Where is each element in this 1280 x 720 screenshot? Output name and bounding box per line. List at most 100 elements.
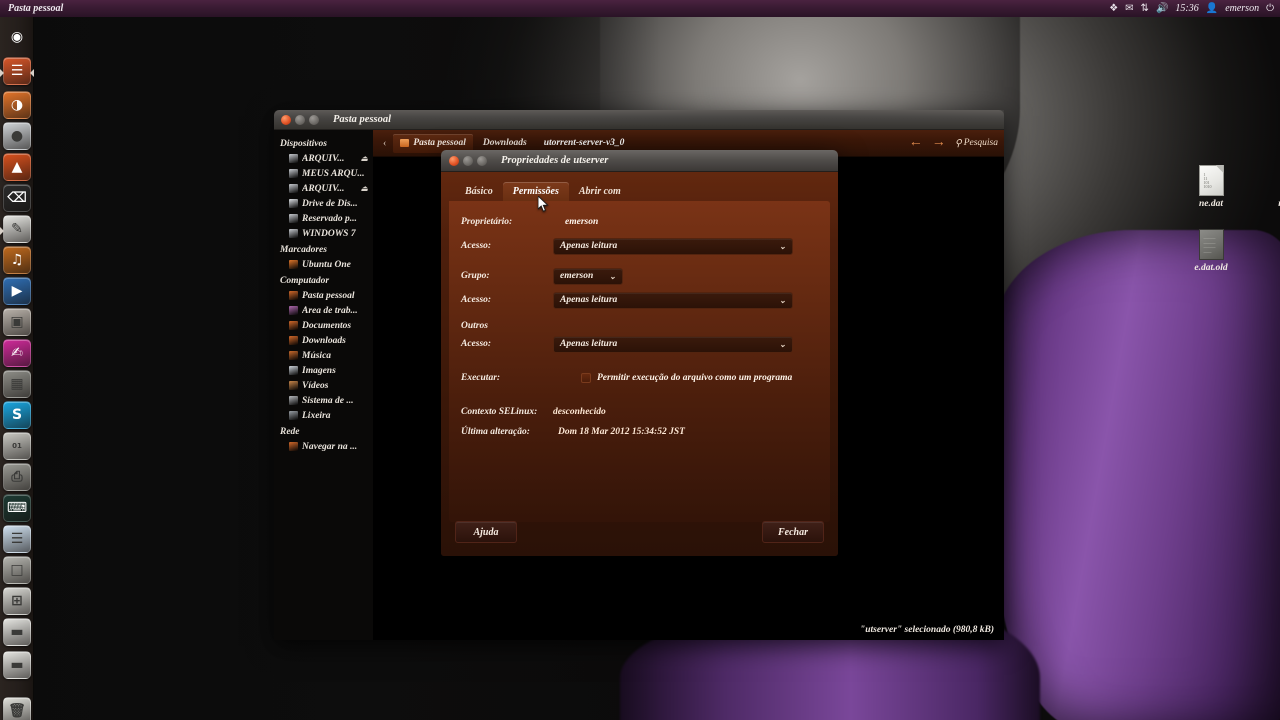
dialog-tabs[interactable]: Básico Permissões Abrir com xyxy=(455,180,830,201)
gray-app-icon[interactable]: ▦ xyxy=(3,370,31,398)
owner-access-select[interactable]: Apenas leitura ⌄ xyxy=(553,237,793,255)
execute-checkbox-label[interactable]: Permitir execução do arquivo como um pro… xyxy=(597,373,792,383)
others-section-label: Outros xyxy=(461,321,488,331)
media-player-icon[interactable]: ▶ xyxy=(3,277,31,305)
sidebar-item-meusarqu[interactable]: MEUS ARQU... xyxy=(274,166,373,181)
software-center-icon[interactable]: ▲ xyxy=(3,153,31,181)
rhythmbox-icon[interactable]: ♫ xyxy=(3,246,31,274)
system-tray: ❖ ✉ ⇅ 🔊 15:36 👤 emerson ⏻ xyxy=(1109,3,1280,14)
trash-icon[interactable]: 🗑 xyxy=(3,697,31,720)
close-icon[interactable] xyxy=(281,114,291,125)
videos-folder-icon xyxy=(289,381,298,390)
breadcrumb-label: Downloads xyxy=(482,138,527,148)
file-item[interactable]: ———————————resume.dat.old xyxy=(1259,165,1280,209)
usb-drive2-icon[interactable]: ▬ xyxy=(3,651,31,679)
minimize-icon[interactable] xyxy=(463,155,473,166)
sidebar-item-drivededis[interactable]: Drive de Dis... xyxy=(274,196,373,211)
search-button[interactable]: ⚲ Pesquisa xyxy=(955,138,998,149)
others-access-select[interactable]: Apenas leitura ⌄ xyxy=(553,335,793,353)
text-editor-icon[interactable]: ✎ xyxy=(0,215,31,243)
properties-dialog[interactable]: Propriedades de utserver Básico Permissõ… xyxy=(441,150,838,556)
help-button[interactable]: Ajuda xyxy=(455,521,517,543)
file-item[interactable]: ⚿webui.zip xyxy=(1259,229,1280,270)
group-access-select[interactable]: Apenas leitura ⌄ xyxy=(553,291,793,309)
dialog-titlebar[interactable]: Propriedades de utserver xyxy=(441,150,838,172)
screenshot-glyph: ▣ xyxy=(10,314,24,330)
sidebar-item-arquiv[interactable]: ARQUIV... ⏏ xyxy=(274,181,373,196)
power-icon[interactable]: ⏻ xyxy=(1266,3,1274,14)
close-button[interactable]: Fechar xyxy=(762,521,824,543)
skype-icon[interactable]: S xyxy=(3,401,31,429)
sidebar-item-imagens[interactable]: Imagens xyxy=(274,363,373,378)
nautilus-icon[interactable]: ☰ xyxy=(0,57,34,85)
forward-arrow-icon[interactable]: → xyxy=(932,135,946,151)
maximize-icon[interactable] xyxy=(309,114,319,125)
back-arrow-icon[interactable]: ← xyxy=(909,135,923,151)
volume-icon[interactable]: 🔊 xyxy=(1156,3,1168,14)
tab-abrir-com[interactable]: Abrir com xyxy=(569,182,631,201)
file-item[interactable]: ——— ——— ——— —— e.dat.old xyxy=(1163,229,1259,273)
group-select[interactable]: emerson ⌄ xyxy=(553,267,623,285)
drive-icon xyxy=(289,154,298,163)
sidebar-item-documentos[interactable]: Documentos xyxy=(274,318,373,333)
chrome-icon[interactable]: ● xyxy=(3,122,31,150)
printer-icon[interactable]: ⎙ xyxy=(3,463,31,491)
desktop-icon xyxy=(289,306,298,315)
file-name-label: ne.dat xyxy=(1198,199,1223,209)
mail-icon[interactable]: ✉ xyxy=(1125,3,1133,14)
user-menu[interactable]: emerson xyxy=(1225,3,1259,14)
usb-drive-icon[interactable]: ▬ xyxy=(3,618,31,646)
eject-icon[interactable]: ⏏ xyxy=(360,184,368,193)
network-icon[interactable]: ⇅ xyxy=(1141,3,1149,14)
execute-checkbox[interactable] xyxy=(581,373,591,383)
window-app-icon[interactable]: □ xyxy=(3,556,31,584)
sidebar-item-windows7[interactable]: WINDOWS 7 xyxy=(274,226,373,241)
bluetooth-icon[interactable]: ❖ xyxy=(1109,3,1118,14)
sidebar-item-reservadop[interactable]: Reservado p... xyxy=(274,211,373,226)
sidebar-item-readetrab[interactable]: Área de trab... xyxy=(274,303,373,318)
chevron-down-icon: ⌄ xyxy=(779,241,786,251)
sidebar-item-downloads[interactable]: Downloads xyxy=(274,333,373,348)
unity-launcher[interactable]: ◉ ☰ ◑ ● ▲ ⌫ ✎ ♫ ▶ ▣ ✍ ▦ S 01 ⎙ ⌨ ☰ □ ⊞ ▬ ▬ 🗑 xyxy=(0,17,34,720)
file-item[interactable]: 1 11 101 1010 ne.dat xyxy=(1163,165,1259,209)
clock-indicator[interactable]: 15:36 xyxy=(1175,3,1198,14)
sidebar-item-vdeos[interactable]: Vídeos xyxy=(274,378,373,393)
places-sidebar[interactable]: Dispositivos ARQUIV... ⏏ MEUS ARQU... ARQUIV… xyxy=(274,130,373,640)
sidebar-item-sistemade[interactable]: Sistema de ... xyxy=(274,393,373,408)
sidebar-item-label: Documentos xyxy=(302,320,352,331)
workspace-switcher-icon[interactable]: ⊞ xyxy=(3,587,31,615)
group-row: Grupo: emerson ⌄ xyxy=(461,265,818,287)
eject-icon[interactable]: ⏏ xyxy=(360,154,368,163)
tab-permissoes[interactable]: Permissões xyxy=(502,182,569,201)
file-manager-titlebar[interactable]: Pasta pessoal xyxy=(274,110,1004,130)
sidebar-item-label: Reservado p... xyxy=(302,213,357,224)
sidebar-item-msica[interactable]: Música xyxy=(274,348,373,363)
sidebar-item-label: Drive de Dis... xyxy=(302,198,358,209)
sidebar-item-lixeira[interactable]: Lixeira xyxy=(274,408,373,423)
tab-label: Permissões xyxy=(512,186,559,197)
terminal2-icon[interactable]: ⌨ xyxy=(3,494,31,522)
sidebar-item-navegarna[interactable]: Navegar na ... xyxy=(274,439,373,454)
home-folder-icon xyxy=(400,139,410,147)
firefox-icon[interactable]: ◑ xyxy=(3,91,31,119)
screenshot-icon[interactable]: ▣ xyxy=(3,308,31,336)
drive-icon xyxy=(289,169,298,178)
document-viewer-icon[interactable]: ☰ xyxy=(3,525,31,553)
sidebar-item-ubuntuone[interactable]: Ubuntu One xyxy=(274,257,373,272)
minimize-icon[interactable] xyxy=(295,114,305,125)
breadcrumb-overflow-icon[interactable]: ‹ xyxy=(379,138,390,149)
sidebar-item-pastapessoal[interactable]: Pasta pessoal xyxy=(274,288,373,303)
tab-label: Básico xyxy=(465,186,493,197)
close-icon[interactable] xyxy=(449,155,459,166)
pink-app-icon[interactable]: ✍ xyxy=(3,339,31,367)
sidebar-item-label: Sistema de ... xyxy=(302,395,354,406)
maximize-icon[interactable] xyxy=(477,155,487,166)
skype-glyph: S xyxy=(11,407,23,423)
dash-home-icon[interactable]: ◉ xyxy=(3,23,31,51)
sidebar-item-label: Música xyxy=(302,350,332,361)
close-button-label: Fechar xyxy=(778,526,808,538)
binary-app-icon[interactable]: 01 xyxy=(3,432,31,460)
sidebar-item-arquiv[interactable]: ARQUIV... ⏏ xyxy=(274,151,373,166)
tab-basico[interactable]: Básico xyxy=(455,182,503,201)
terminal-icon[interactable]: ⌫ xyxy=(3,184,31,212)
